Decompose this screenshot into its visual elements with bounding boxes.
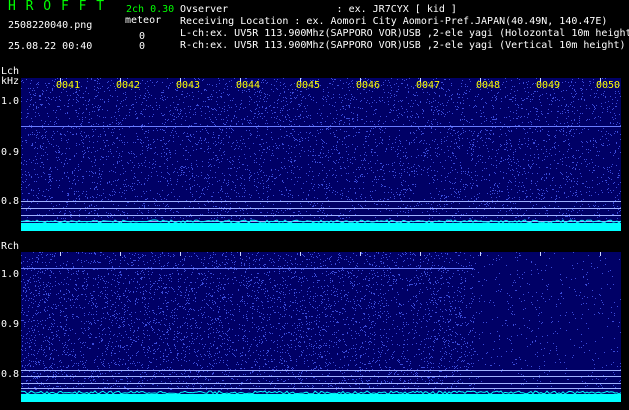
time-label: 0046 — [356, 80, 381, 91]
rch-info-line: R-ch:ex. UV5R 113.900Mhz(SAPPORO VOR)USB… — [180, 40, 626, 51]
observer-line: Ovserver : ex. JR7CYX [ kid ] — [180, 4, 457, 15]
time-label: 0050 — [596, 80, 621, 91]
lch-spectrogram-svg — [21, 78, 621, 231]
lch-tick-0-9: 0.9 — [1, 147, 20, 158]
lch-tick-1-0: 1.0 — [1, 96, 20, 107]
time-label: 0045 — [296, 80, 321, 91]
rch-tick-1-0: 1.0 — [1, 269, 20, 280]
rch-channel-label: Rch — [1, 241, 20, 252]
meteor-count-r: 0 — [139, 41, 146, 52]
lch-info-line: L-ch:ex. UV5R 113.900Mhz(SAPPORO VOR)USB… — [180, 28, 629, 39]
time-label: 0049 — [536, 80, 561, 91]
time-label: 0047 — [416, 80, 441, 91]
file-name: 2508220040.png — [8, 20, 93, 31]
rch-spectrogram — [21, 252, 621, 402]
meteor-label: meteor — [125, 15, 162, 26]
lch-tick-0-8: 0.8 — [1, 196, 20, 207]
channel-info: 2ch 0.30 — [126, 4, 175, 15]
time-label: 0041 — [56, 80, 81, 91]
app-title: H R O F F T — [8, 0, 106, 14]
timestamp: 25.08.22 00:40 — [8, 41, 93, 52]
lch-spectrogram — [21, 78, 621, 231]
time-label: 0042 — [116, 80, 141, 91]
location-line: Receiving Location : ex. Aomori City Aom… — [180, 16, 608, 27]
rch-tick-0-8: 0.8 — [1, 369, 20, 380]
time-label: 0048 — [476, 80, 501, 91]
rch-tick-0-9: 0.9 — [1, 319, 20, 330]
lch-unit-label: kHz — [1, 76, 20, 87]
time-label: 0044 — [236, 80, 261, 91]
rch-spectrogram-svg — [21, 252, 621, 402]
time-label: 0043 — [176, 80, 201, 91]
